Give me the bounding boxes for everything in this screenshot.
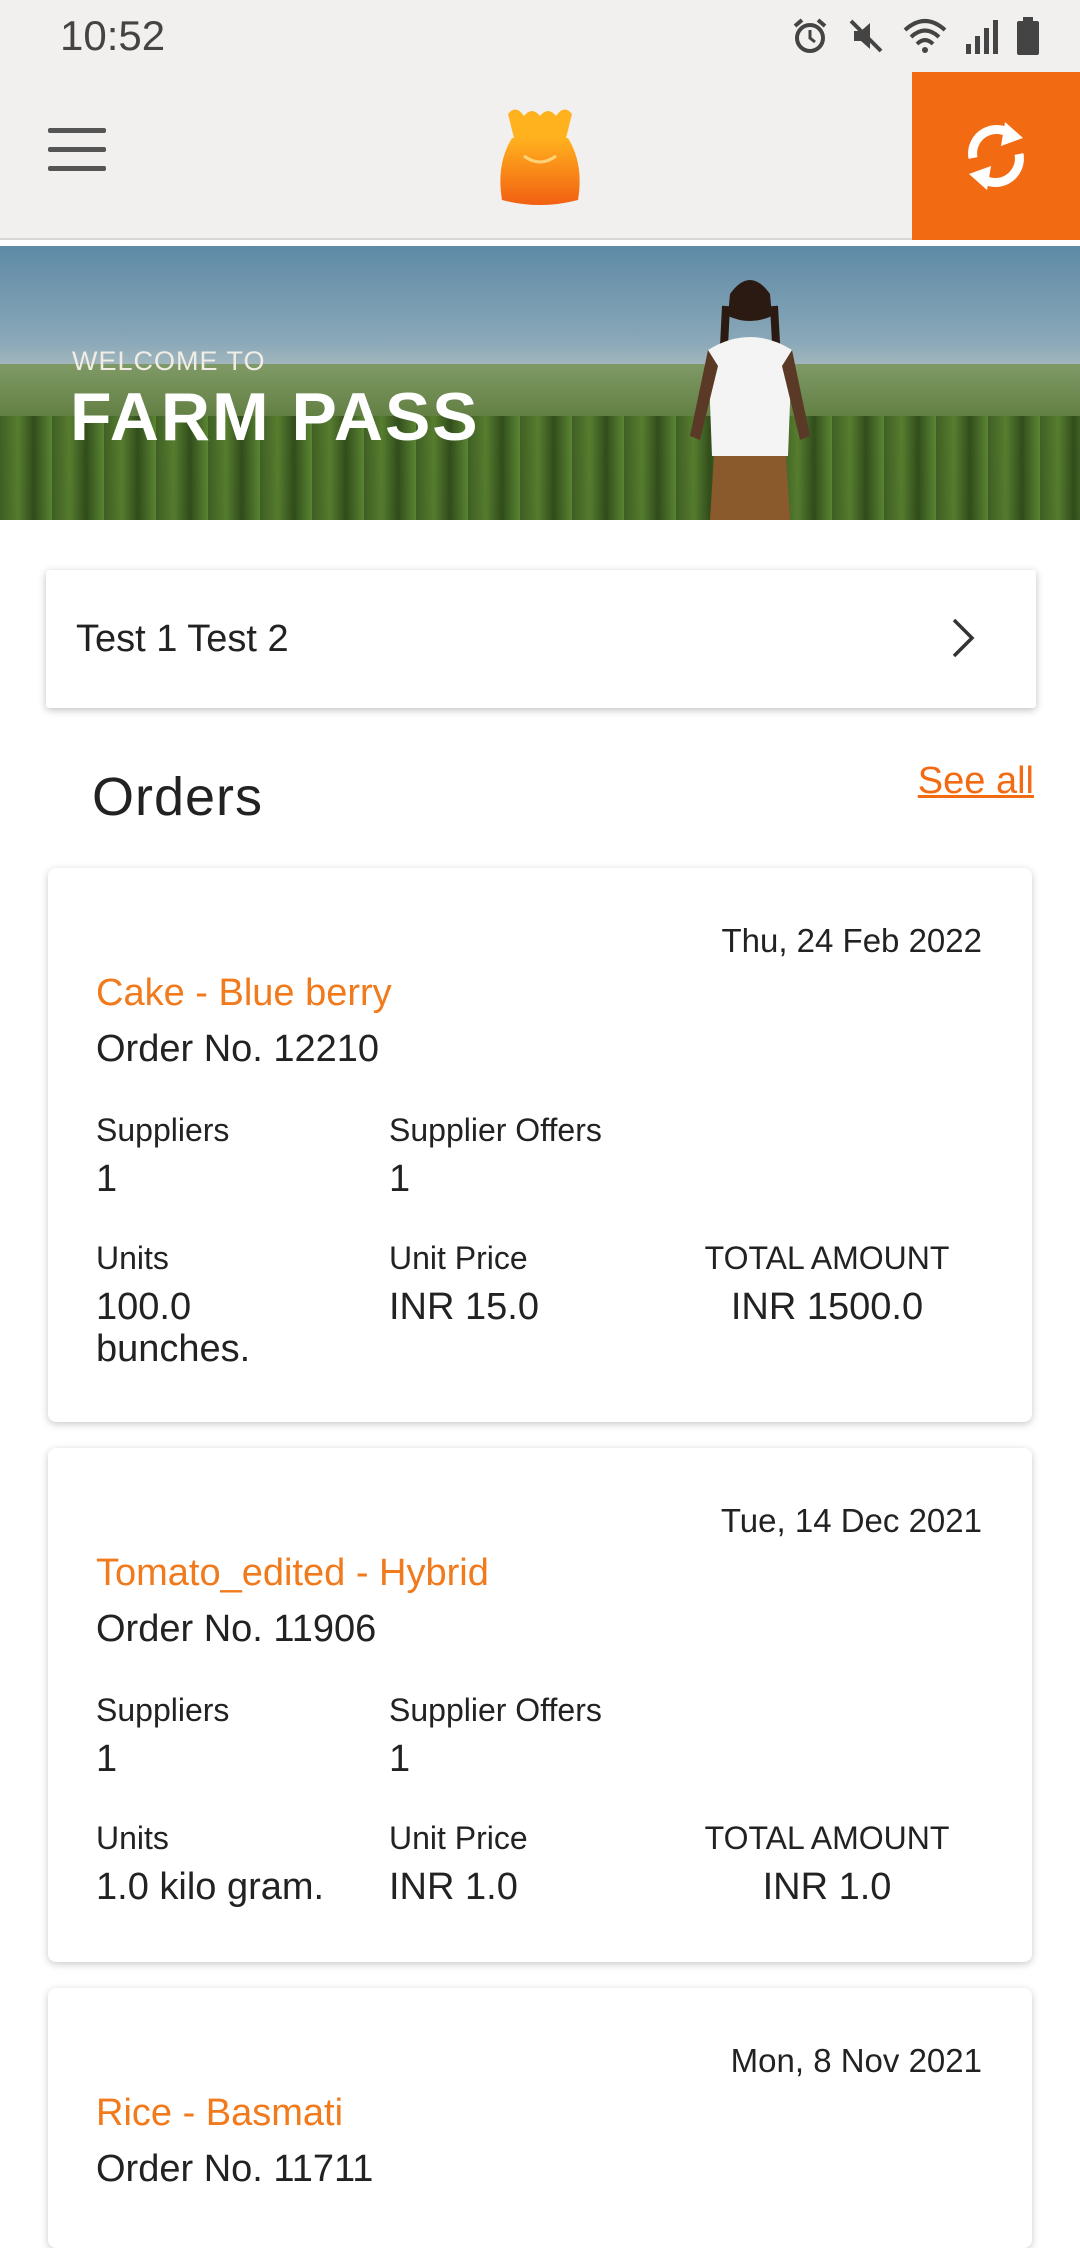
suppliers-label: Suppliers xyxy=(96,1692,230,1728)
sync-icon xyxy=(968,122,1024,190)
unit-price-value: INR 15.0 xyxy=(389,1286,539,1328)
orders-title: Orders xyxy=(92,767,264,827)
banner-app-name: FARM PASS xyxy=(70,379,480,455)
see-all-link[interactable]: See all xyxy=(918,760,1034,803)
wifi-icon xyxy=(903,19,947,53)
order-date: Mon, 8 Nov 2021 xyxy=(730,2042,982,2079)
status-icons xyxy=(790,16,1040,56)
banner-welcome-line: WELCOME TO xyxy=(72,346,266,376)
signal-icon xyxy=(966,20,998,54)
order-number: Order No. 11711 xyxy=(96,2148,374,2190)
profile-name: Test 1 Test 2 xyxy=(76,618,289,660)
battery-icon xyxy=(1017,17,1039,55)
sync-button[interactable] xyxy=(912,72,1080,240)
alarm-icon xyxy=(793,18,827,53)
units-value: 1.0 kilo gram. xyxy=(96,1866,325,1908)
unit-price-label: Unit Price xyxy=(389,1820,528,1856)
app-bar xyxy=(0,72,1080,240)
total-amount-value: INR 1.0 xyxy=(762,1866,892,1908)
order-number: Order No. 11906 xyxy=(96,1608,377,1650)
hamburger-menu-icon[interactable] xyxy=(48,128,120,184)
banner-farmer-image xyxy=(690,280,810,520)
mute-icon xyxy=(849,19,883,53)
profile-card[interactable]: Test 1 Test 2 xyxy=(46,570,1036,708)
suppliers-label: Suppliers xyxy=(96,1112,230,1148)
unit-price-label: Unit Price xyxy=(389,1240,528,1276)
status-time: 10:52 xyxy=(60,12,166,59)
status-bar: 10:52 xyxy=(0,0,1080,72)
order-product: Tomato_edited - Hybrid xyxy=(96,1552,489,1594)
supplier-offers-value: 1 xyxy=(389,1158,411,1200)
order-date: Tue, 14 Dec 2021 xyxy=(720,1502,982,1539)
welcome-banner: WELCOME TO FARM PASS xyxy=(0,246,1080,520)
total-amount-label: TOTAL AMOUNT xyxy=(704,1240,950,1276)
units-label: Units xyxy=(96,1820,169,1856)
order-card[interactable]: Mon, 8 Nov 2021 Rice - Basmati Order No.… xyxy=(48,1988,1032,2248)
chevron-right-icon xyxy=(952,618,975,658)
order-product: Rice - Basmati xyxy=(96,2092,344,2134)
suppliers-value: 1 xyxy=(96,1158,118,1200)
order-product: Cake - Blue berry xyxy=(96,972,392,1014)
unit-price-value: INR 1.0 xyxy=(389,1866,518,1908)
supplier-offers-label: Supplier Offers xyxy=(389,1112,602,1148)
suppliers-value: 1 xyxy=(96,1738,118,1780)
order-card[interactable]: Tue, 14 Dec 2021 Tomato_edited - Hybrid … xyxy=(48,1448,1032,1962)
produce-basket-logo xyxy=(500,109,580,205)
order-date: Thu, 24 Feb 2022 xyxy=(721,922,982,959)
order-number: Order No. 12210 xyxy=(96,1028,380,1070)
units-label: Units xyxy=(96,1240,169,1276)
supplier-offers-value: 1 xyxy=(389,1738,411,1780)
supplier-offers-label: Supplier Offers xyxy=(389,1692,602,1728)
total-amount-label: TOTAL AMOUNT xyxy=(704,1820,950,1856)
order-card[interactable]: Thu, 24 Feb 2022 Cake - Blue berry Order… xyxy=(48,868,1032,1422)
units-value: 100.0 bunches. xyxy=(96,1286,251,1370)
total-amount-value: INR 1500.0 xyxy=(730,1286,924,1328)
